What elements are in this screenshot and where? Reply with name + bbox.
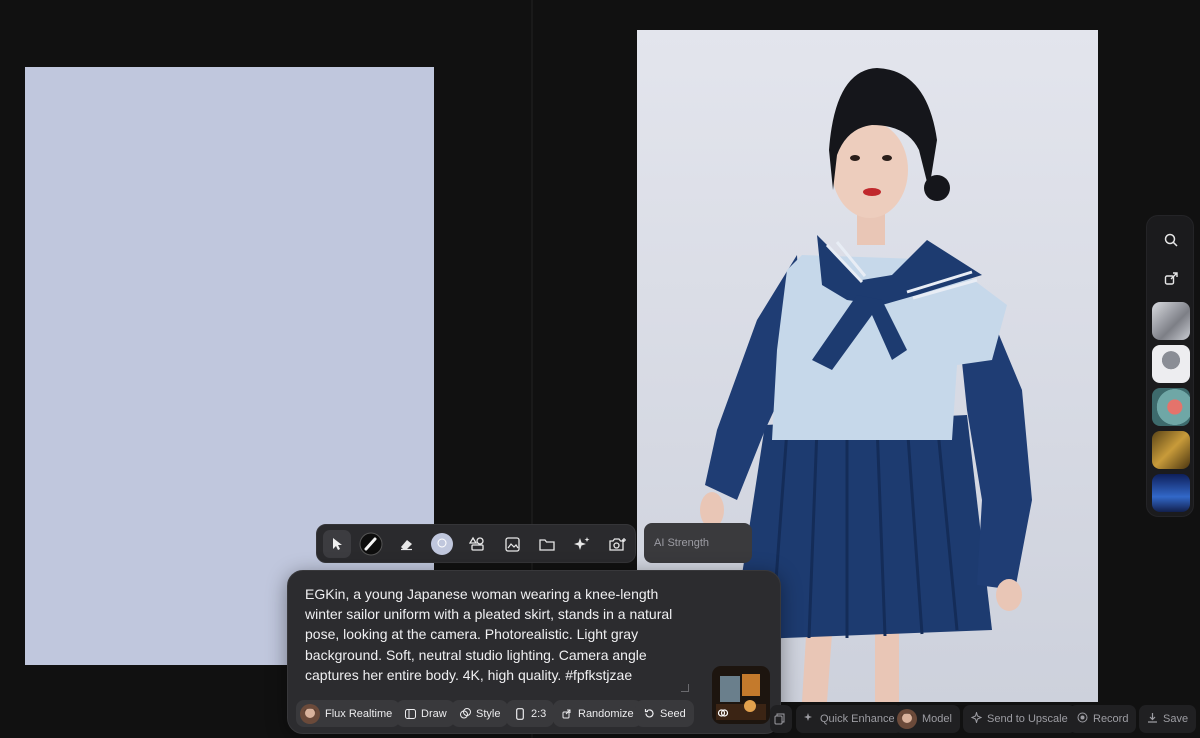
- send-to-upscale-button[interactable]: Send to Upscale: [963, 705, 1076, 733]
- model-label: Flux Realtime: [325, 707, 393, 720]
- model-selector-button[interactable]: Flux Realtime: [296, 700, 401, 727]
- history-thumbnail[interactable]: [1152, 345, 1190, 383]
- seed-label: Seed: [660, 707, 686, 720]
- record-label: Record: [1093, 713, 1129, 725]
- sparkles-icon: [804, 712, 815, 726]
- search-icon[interactable]: [1157, 226, 1185, 254]
- download-icon: [1147, 712, 1158, 726]
- aspect-ratio-button[interactable]: 2:3: [506, 700, 555, 727]
- drawing-toolbar: [316, 524, 636, 563]
- style-label: Style: [476, 707, 501, 720]
- model-label: Model: [922, 713, 952, 725]
- record-icon: [1077, 712, 1088, 726]
- style-icon: [459, 708, 471, 720]
- portrait-icon: [514, 707, 526, 720]
- save-label: Save: [1163, 713, 1189, 725]
- sparkles-icon[interactable]: [568, 530, 596, 558]
- image-icon[interactable]: [498, 530, 526, 558]
- eraser-icon[interactable]: [392, 530, 420, 558]
- randomize-button[interactable]: Randomize: [553, 700, 642, 727]
- save-button[interactable]: Save: [1139, 705, 1197, 733]
- history-thumbnail[interactable]: [1152, 474, 1190, 512]
- history-sidebar: [1146, 215, 1194, 517]
- model-avatar: [897, 709, 917, 729]
- resize-grip-icon[interactable]: [681, 684, 689, 692]
- quick-enhance-label: Quick Enhance: [820, 713, 895, 725]
- model-avatar: [300, 703, 320, 724]
- send-to-upscale-label: Send to Upscale: [987, 713, 1068, 725]
- share-icon[interactable]: [1157, 264, 1185, 292]
- brush-icon[interactable]: [357, 530, 385, 558]
- style-button[interactable]: Style: [451, 700, 509, 727]
- history-thumbnail[interactable]: [1152, 431, 1190, 469]
- randomize-label: Randomize: [578, 707, 634, 720]
- color-picker-icon[interactable]: [428, 530, 456, 558]
- seed-button[interactable]: Seed: [635, 700, 694, 727]
- prompt-textarea[interactable]: EGKin, a young Japanese woman wearing a …: [305, 584, 685, 685]
- shuffle-icon: [561, 708, 573, 720]
- aspect-ratio-label: 2:3: [531, 707, 547, 720]
- model-button[interactable]: Model: [894, 705, 960, 733]
- folder-icon[interactable]: [533, 530, 561, 558]
- link-icon[interactable]: [716, 706, 730, 720]
- upscale-icon: [970, 710, 983, 726]
- quick-enhance-button[interactable]: Quick Enhance: [796, 705, 903, 733]
- draw-button[interactable]: Draw: [396, 700, 455, 727]
- draw-icon: [404, 708, 416, 720]
- record-button[interactable]: Record: [1069, 705, 1137, 733]
- shapes-icon[interactable]: [463, 530, 491, 558]
- camera-icon[interactable]: [603, 530, 631, 558]
- ai-strength-input[interactable]: AI Strength: [644, 523, 752, 563]
- reference-image-thumbnail[interactable]: [712, 666, 770, 724]
- history-thumbnail[interactable]: [1152, 302, 1190, 340]
- refresh-icon: [643, 708, 655, 720]
- copy-icon[interactable]: [770, 705, 792, 733]
- history-thumbnail[interactable]: [1152, 388, 1190, 426]
- pointer-icon[interactable]: [323, 530, 351, 558]
- draw-label: Draw: [421, 707, 447, 720]
- prompt-panel: EGKin, a young Japanese woman wearing a …: [287, 570, 781, 734]
